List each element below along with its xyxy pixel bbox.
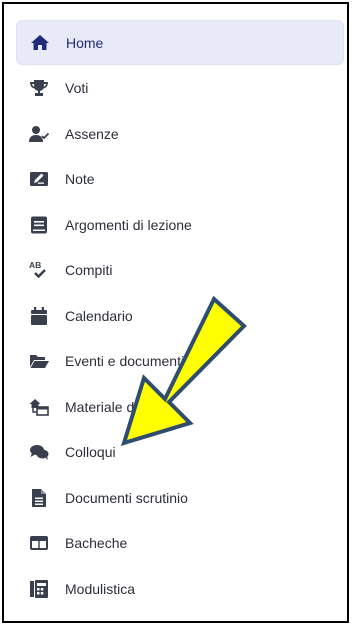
sidebar-item-calendario[interactable]: Calendario bbox=[16, 293, 344, 338]
home-icon bbox=[29, 32, 51, 54]
sidebar-item-label: Calendario bbox=[65, 307, 133, 324]
sidebar-item-modulistica[interactable]: Modulistica bbox=[16, 566, 344, 611]
sidebar-item-argomenti-di-lezione[interactable]: Argomenti di lezione bbox=[16, 202, 344, 247]
sidebar-item-label: Bacheche bbox=[65, 535, 128, 551]
form-icon bbox=[28, 578, 50, 600]
house-transfer-icon bbox=[28, 396, 50, 418]
book-icon bbox=[28, 214, 50, 236]
sidebar-item-materiale-docente[interactable]: Materiale docente bbox=[16, 384, 344, 429]
sidebar-item-label: Voti bbox=[65, 80, 89, 96]
chat-bubbles-icon bbox=[28, 441, 50, 463]
sidebar-item-label: Compiti bbox=[65, 262, 113, 278]
user-check-icon bbox=[28, 123, 50, 145]
sidebar-item-eventi-e-documenti[interactable]: Eventi e documenti bbox=[16, 339, 344, 384]
file-icon bbox=[28, 487, 50, 509]
note-pen-icon bbox=[28, 168, 50, 190]
sidebar-item-bacheche[interactable]: Bacheche bbox=[16, 521, 344, 566]
sidebar-item-label: Colloqui bbox=[65, 444, 116, 460]
sidebar-item-label: Assenze bbox=[65, 125, 119, 142]
sidebar-item-label: Eventi e documenti bbox=[65, 353, 185, 369]
sidebar-item-voti[interactable]: Voti bbox=[16, 66, 344, 111]
sidebar-item-label: Argomenti di lezione bbox=[65, 216, 192, 233]
sidebar-item-home[interactable]: Home bbox=[16, 20, 344, 65]
trophy-icon bbox=[28, 77, 50, 99]
sidebar-item-colloqui[interactable]: Colloqui bbox=[16, 430, 344, 475]
board-icon bbox=[28, 532, 50, 554]
sidebar-item-note[interactable]: Note bbox=[16, 157, 344, 202]
sidebar-item-label: Home bbox=[66, 34, 104, 51]
sidebar-item-documenti-scrutinio[interactable]: Documenti scrutinio bbox=[16, 475, 344, 520]
sidebar-item-label: Note bbox=[65, 171, 95, 187]
sidebar-item-label: Documenti scrutinio bbox=[65, 489, 188, 506]
folder-open-icon bbox=[28, 350, 50, 372]
sidebar-item-assenze[interactable]: Assenze bbox=[16, 111, 344, 156]
sidebar-item-label: Modulistica bbox=[65, 580, 136, 597]
spellcheck-icon: AB bbox=[28, 259, 50, 281]
svg-text:AB: AB bbox=[29, 260, 41, 270]
sidebar-item-label: Materiale docente bbox=[65, 398, 177, 415]
sidebar-menu: Home Voti Assenze Note Argomenti di lezi bbox=[16, 20, 344, 612]
sidebar-item-compiti[interactable]: AB Compiti bbox=[16, 248, 344, 293]
screenshot-frame: Home Voti Assenze Note Argomenti di lezi bbox=[2, 2, 349, 623]
calendar-icon bbox=[28, 305, 50, 327]
